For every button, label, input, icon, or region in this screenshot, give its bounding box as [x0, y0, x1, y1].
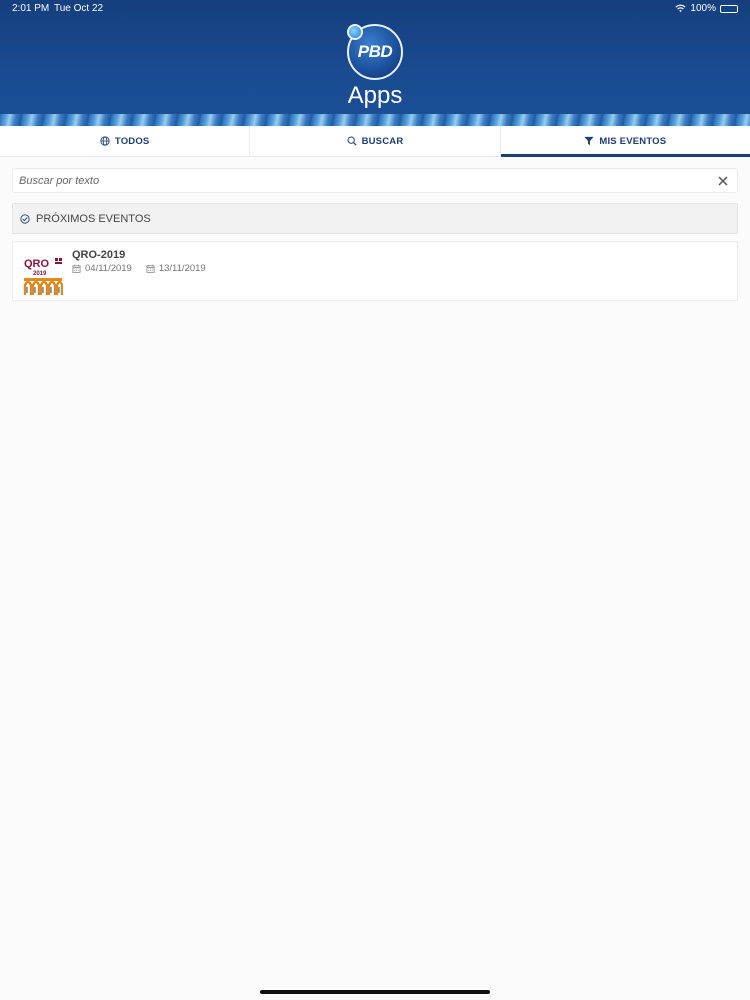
search-icon [347, 136, 357, 146]
event-end-date: 13/11/2019 [158, 263, 206, 274]
event-card[interactable]: QRO 2019 QRO-2019 04/11/2019 13/11/2019 [12, 241, 738, 301]
status-bar: 2:01 PM Tue Oct 22 100% [0, 0, 750, 18]
tab-buscar-label: BUSCAR [361, 135, 404, 147]
event-thumb-year: 2019 [33, 271, 47, 277]
tab-mis-eventos[interactable]: MIS EVENTOS [500, 126, 750, 157]
event-name: QRO-2019 [72, 249, 126, 261]
calendar-icon [146, 264, 155, 273]
event-thumbnail: QRO 2019 [23, 249, 63, 295]
filter-icon [584, 136, 594, 146]
battery-icon [720, 4, 738, 13]
event-thumb-text: QRO [24, 258, 50, 270]
event-start-date: 04/11/2019 [85, 263, 132, 274]
calendar-icon [72, 264, 81, 273]
status-right: 100% [675, 3, 738, 14]
wifi-icon [675, 4, 687, 13]
logo-dot [347, 24, 363, 40]
battery-percent: 100% [690, 3, 716, 14]
logo-text: PBD [357, 42, 393, 61]
tab-todos[interactable]: TODOS [0, 126, 251, 156]
pbd-logo: PBD [347, 24, 403, 80]
home-indicator[interactable] [260, 990, 490, 994]
section-header-upcoming: PRÓXIMOS EVENTOS [12, 203, 738, 234]
globe-icon [100, 136, 110, 146]
status-time: 2:01 PM [12, 3, 50, 14]
logo-area: PBD Apps [0, 24, 750, 110]
tab-buscar[interactable]: BUSCAR [250, 126, 501, 156]
search-field [12, 168, 738, 193]
section-title: PRÓXIMOS EVENTOS [36, 212, 151, 225]
tab-todos-label: TODOS [114, 135, 150, 147]
app-header: 2:01 PM Tue Oct 22 100% PBD Apps [0, 0, 750, 126]
status-date: Tue Oct 22 [54, 3, 104, 14]
clear-search-icon[interactable] [717, 175, 729, 187]
tab-mis-eventos-label: MIS EVENTOS [599, 135, 667, 147]
tab-bar: TODOS BUSCAR MIS EVENTOS [0, 126, 750, 157]
event-logo: QRO 2019 [23, 249, 63, 295]
search-input[interactable] [13, 169, 737, 192]
header-wave-decoration [0, 114, 750, 126]
event-dates: 04/11/2019 13/11/2019 [72, 263, 206, 274]
app-title: Apps [347, 82, 403, 109]
check-circle-icon [20, 213, 30, 224]
